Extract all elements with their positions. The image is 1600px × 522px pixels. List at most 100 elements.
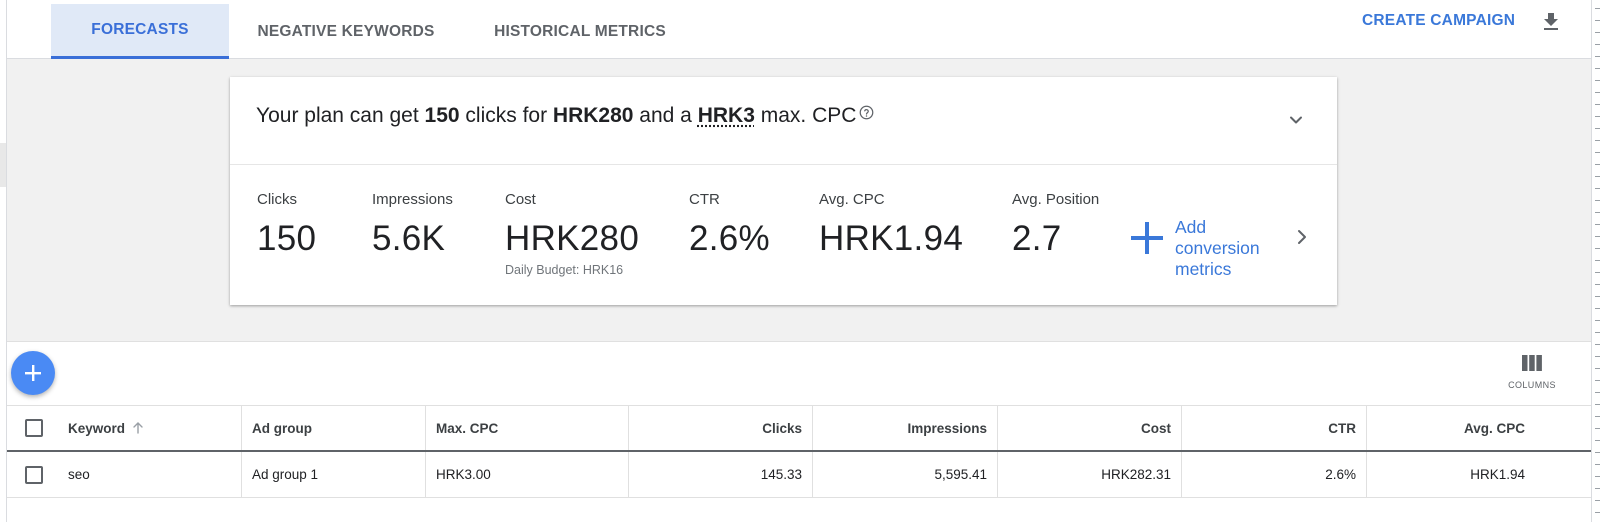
columns-icon [1522, 355, 1542, 371]
ruler-tick [1595, 104, 1600, 105]
table-row: seo Ad group 1 HRK3.00 145.33 5,595.41 H… [7, 452, 1591, 498]
chevron-right-icon [1298, 230, 1306, 244]
plus-icon [25, 365, 41, 381]
cell-ctr: 2.6% [1182, 452, 1367, 497]
columns-button[interactable]: COLUMNS [1497, 355, 1567, 397]
ruler-tick [1595, 128, 1600, 129]
daily-budget-note: Daily Budget: HRK16 [505, 263, 624, 277]
ruler-tick [1595, 392, 1600, 393]
header-ctr[interactable]: CTR [1182, 406, 1367, 450]
ruler-tick [1595, 488, 1600, 489]
cell-avg-cpc: HRK1.94 [1470, 467, 1525, 482]
ruler-tick [1595, 164, 1600, 165]
cell-cost: HRK282.31 [998, 452, 1182, 497]
ruler-tick [1595, 500, 1600, 501]
ruler-tick [1595, 356, 1600, 357]
headline-max-cpc[interactable]: HRK3 [698, 104, 755, 127]
header-label: Keyword [68, 420, 126, 436]
right-ruler [1591, 0, 1600, 522]
ruler-tick [1595, 200, 1600, 201]
ruler-tick [1595, 308, 1600, 309]
ruler-tick [1595, 260, 1600, 261]
left-edge-marker [0, 143, 6, 187]
headline-clicks: 150 [424, 104, 460, 127]
select-all-checkbox[interactable] [25, 419, 43, 437]
header-cost[interactable]: Cost [998, 406, 1182, 450]
add-conversion-metrics-button[interactable]: Add conversion metrics [1130, 215, 1310, 279]
metric-impressions: Impressions 5.6K [372, 191, 453, 259]
left-edge-strip [0, 0, 7, 522]
ruler-tick [1595, 380, 1600, 381]
header-ad-group[interactable]: Ad group [242, 406, 426, 450]
label-fade-overlay [1260, 215, 1300, 239]
headline-mid2: and a [633, 104, 698, 127]
tab-forecasts[interactable]: FORECASTS [51, 4, 229, 59]
metric-cost: Cost HRK280 Daily Budget: HRK16 [505, 191, 639, 277]
ruler-tick [1595, 476, 1600, 477]
header-max-cpc[interactable]: Max. CPC [426, 406, 629, 450]
ruler-tick [1595, 80, 1600, 81]
metric-value: HRK1.94 [819, 219, 964, 258]
ruler-tick [1595, 212, 1600, 213]
ruler-tick [1595, 20, 1600, 21]
tab-historical-metrics[interactable]: HISTORICAL METRICS [485, 4, 675, 59]
ruler-tick [1595, 320, 1600, 321]
cell-keyword[interactable]: seo [65, 452, 242, 497]
ruler-tick [1595, 452, 1600, 453]
metric-avg-cpc: Avg. CPC HRK1.94 [819, 191, 963, 259]
ruler-tick [1595, 284, 1600, 285]
ruler-tick [1595, 416, 1600, 417]
ruler-tick [1595, 332, 1600, 333]
ruler-tick [1595, 68, 1600, 69]
ruler-tick [1595, 188, 1600, 189]
metric-label: CTR [689, 191, 720, 208]
columns-label: COLUMNS [1508, 380, 1556, 390]
metric-value: 5.6K [372, 219, 446, 258]
ruler-tick [1595, 404, 1600, 405]
header-keyword[interactable]: Keyword [65, 406, 242, 450]
metric-clicks: Clicks 150 [257, 191, 316, 259]
tab-negative-keywords[interactable]: NEGATIVE KEYWORDS [246, 4, 446, 59]
help-icon[interactable] [859, 105, 874, 120]
keyword-planner-main: FORECASTS NEGATIVE KEYWORDS HISTORICAL M… [7, 0, 1591, 522]
ruler-tick [1595, 140, 1600, 141]
plan-headline: Your plan can get 150 clicks for HRK280 … [256, 104, 874, 128]
forecast-summary-area: Your plan can get 150 clicks for HRK280 … [7, 59, 1591, 342]
headline-suffix: max. CPC [754, 104, 857, 127]
summary-card-header: Your plan can get 150 clicks for HRK280 … [230, 77, 1337, 165]
header-checkbox-cell [7, 406, 65, 450]
download-icon[interactable] [1539, 10, 1563, 34]
ruler-tick [1595, 152, 1600, 153]
ruler-tick [1595, 248, 1600, 249]
header-clicks[interactable]: Clicks [629, 406, 813, 450]
ruler-tick [1595, 32, 1600, 33]
row-checkbox[interactable] [25, 465, 43, 484]
headline-cost: HRK280 [552, 104, 634, 127]
create-campaign-button[interactable]: CREATE CAMPAIGN [1362, 12, 1515, 34]
sort-ascending-icon [133, 422, 143, 434]
ruler-tick [1595, 8, 1600, 9]
ruler-tick [1595, 44, 1600, 45]
cell-max-cpc[interactable]: HRK3.00 [426, 452, 629, 497]
row-checkbox-cell [7, 452, 65, 497]
ruler-tick [1595, 428, 1600, 429]
add-keyword-fab[interactable] [11, 351, 55, 395]
forecast-summary-card: Your plan can get 150 clicks for HRK280 … [230, 77, 1337, 305]
metric-value: HRK280 [505, 219, 640, 258]
metric-value: 2.7 [1012, 219, 1062, 258]
ruler-tick [1595, 224, 1600, 225]
cell-ad-group[interactable]: Ad group 1 [242, 452, 426, 497]
headline-mid1: clicks for [459, 104, 553, 127]
header-impressions[interactable]: Impressions [813, 406, 998, 450]
header-avg-cpc[interactable]: Avg. CPC [1367, 406, 1551, 450]
ruler-tick [1595, 176, 1600, 177]
ruler-tick [1595, 344, 1600, 345]
metric-avg-position: Avg. Position 2.7 [1012, 191, 1099, 259]
chevron-down-icon[interactable] [1286, 110, 1306, 130]
metric-ctr: CTR 2.6% [689, 191, 770, 259]
ruler-tick [1595, 368, 1600, 369]
table-header-row: Keyword Ad group Max. CPC Clicks Impress… [7, 406, 1591, 452]
ruler-tick [1595, 236, 1600, 237]
ruler-tick [1595, 296, 1600, 297]
metric-label: Avg. Position [1012, 191, 1100, 208]
